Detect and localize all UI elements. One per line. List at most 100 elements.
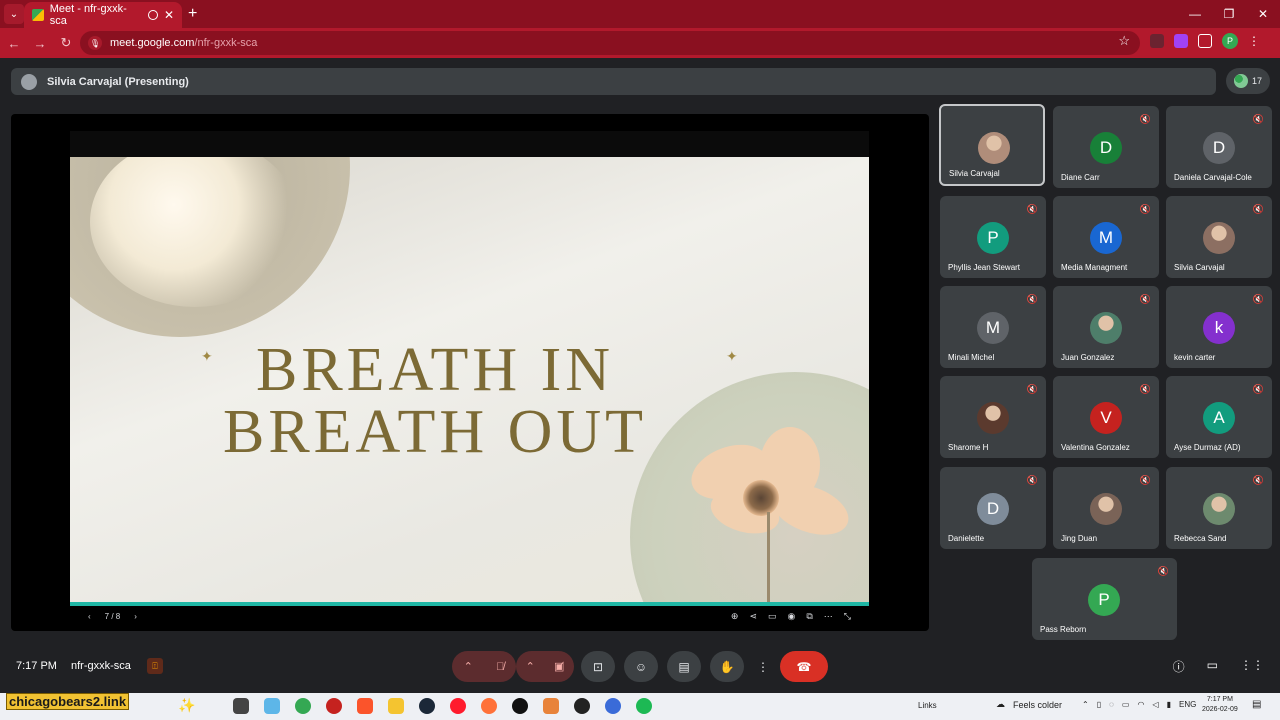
more-options-icon[interactable]: ⋯: [824, 611, 833, 622]
chat-icon[interactable]: ▭: [1207, 658, 1218, 675]
forward-icon[interactable]: →: [28, 36, 52, 51]
muted-mic-icon: 🔇: [1252, 475, 1264, 485]
participant-avatar: M: [1090, 222, 1122, 254]
tab-close-icon[interactable]: ✕: [164, 8, 174, 22]
browser-tab-meet[interactable]: Meet - nfr-gxxk-sca ✕: [24, 2, 182, 28]
raise-hand-button[interactable]: ✋: [710, 651, 744, 682]
profile-avatar[interactable]: P: [1222, 33, 1238, 49]
participant-name: Media Managment: [1061, 263, 1128, 272]
tray-volume-icon[interactable]: ◁: [1152, 700, 1158, 709]
participant-tile[interactable]: 🔇 k kevin carter: [1166, 286, 1272, 368]
participant-tile[interactable]: 🔇 Silvia Carvajal: [1166, 196, 1272, 278]
tray-display-icon[interactable]: ▭: [1122, 700, 1130, 709]
app-blue-icon[interactable]: [605, 698, 621, 714]
tray-chevron-icon[interactable]: ⌃: [1082, 700, 1089, 709]
language-indicator[interactable]: ENG: [1179, 700, 1196, 709]
reload-icon[interactable]: ↻: [54, 35, 78, 51]
opera-icon[interactable]: [450, 698, 466, 714]
incognito-extension-icon[interactable]: [1150, 34, 1164, 48]
new-tab-icon[interactable]: +: [188, 5, 197, 23]
zoom-icon[interactable]: ⊕: [731, 611, 739, 622]
present-screen-button[interactable]: ⊡: [581, 651, 615, 682]
participant-tile[interactable]: Silvia Carvajal: [939, 104, 1045, 186]
app-red-icon[interactable]: [326, 698, 342, 714]
tab-search-icon[interactable]: ⌄: [4, 4, 24, 24]
back-icon[interactable]: ←: [2, 36, 26, 51]
leave-call-button[interactable]: ☎: [780, 651, 828, 682]
ai-extension-icon[interactable]: [1174, 34, 1188, 48]
participant-tile[interactable]: 🔇 Juan Gonzalez: [1053, 286, 1159, 368]
reactions-button[interactable]: ☺: [624, 651, 658, 682]
tray-app-icon[interactable]: ▯: [1097, 700, 1101, 709]
participant-tile[interactable]: 🔇 M Minali Michel: [940, 286, 1046, 368]
slide-title-line-1: BREATH IN: [255, 336, 615, 404]
tray-battery-icon[interactable]: ▮: [1167, 700, 1171, 709]
people-count-button[interactable]: 17: [1226, 68, 1270, 94]
participant-tile[interactable]: 🔇 V Valentina Gonzalez: [1053, 376, 1159, 458]
hang-up-icon: ☎: [796, 659, 812, 674]
info-icon[interactable]: ⓘ: [1173, 658, 1185, 675]
participant-tile[interactable]: 🔇 D Diane Carr: [1053, 106, 1159, 188]
task-view-icon[interactable]: [233, 698, 249, 714]
app-dark-icon[interactable]: [574, 698, 590, 714]
meeting-details-icon[interactable]: ⍐: [147, 658, 163, 674]
tray-network-icon[interactable]: ◌: [1109, 700, 1114, 709]
mic-options-chevron-icon[interactable]: ⌃: [464, 660, 473, 673]
spotify-icon[interactable]: [636, 698, 652, 714]
participant-tile[interactable]: 🔇 Jing Duan: [1053, 467, 1159, 549]
app-orange-icon[interactable]: [543, 698, 559, 714]
file-explorer-icon[interactable]: [388, 698, 404, 714]
firefox-icon[interactable]: [481, 698, 497, 714]
tray-wifi-icon[interactable]: ◠: [1137, 700, 1144, 709]
share-icon[interactable]: ⋖: [749, 611, 757, 622]
presenter-avatar: [21, 73, 37, 90]
site-info-icon[interactable]: 🎙: [88, 36, 102, 50]
participant-avatar: D: [1090, 132, 1122, 164]
system-clock[interactable]: 7:17 PM 2026-02-09: [1202, 695, 1238, 715]
notifications-icon[interactable]: ▤: [1252, 699, 1261, 710]
broadcast-icon[interactable]: ◉: [788, 611, 796, 622]
captions-button[interactable]: ▤: [667, 651, 701, 682]
mic-off-icon[interactable]: 🎙̸: [496, 661, 504, 673]
camera-off-icon[interactable]: ▣̸: [554, 660, 564, 673]
bookmark-star-icon[interactable]: ☆: [1118, 33, 1130, 49]
minimize-icon[interactable]: —: [1178, 0, 1212, 28]
brave-icon[interactable]: [357, 698, 373, 714]
prev-slide-icon[interactable]: ‹: [88, 612, 91, 621]
participant-tile[interactable]: 🔇 Sharome H: [940, 376, 1046, 458]
browser-menu-icon[interactable]: ⋮: [1248, 34, 1260, 48]
recording-indicator-icon: [148, 10, 158, 20]
participant-tile[interactable]: 🔇 D Danielette: [940, 467, 1046, 549]
extensions-puzzle-icon[interactable]: [1198, 34, 1212, 48]
muted-mic-icon: 🔇: [1139, 114, 1151, 124]
copilot-icon[interactable]: [264, 698, 280, 714]
fullscreen-exit-icon[interactable]: ⤡: [844, 611, 851, 622]
participant-tile[interactable]: 🔇 P Pass Reborn: [1032, 558, 1177, 640]
participant-name: Danielette: [948, 534, 985, 543]
presenter-label: Silvia Carvajal (Presenting): [47, 75, 189, 88]
channel-watermark: chicagobears2.link: [6, 693, 130, 710]
camera-options-chevron-icon[interactable]: ⌃: [526, 660, 535, 673]
media-player-icon[interactable]: [512, 698, 528, 714]
pip-icon[interactable]: ⧉: [806, 611, 812, 622]
more-options-button[interactable]: ⋮: [753, 651, 773, 682]
participant-name: Silvia Carvajal: [949, 169, 1000, 178]
restore-icon[interactable]: ❐: [1212, 0, 1246, 28]
url-bar[interactable]: 🎙 meet.google.com/nfr-gxxk-sca: [80, 31, 1140, 55]
participant-avatar: V: [1090, 402, 1122, 434]
next-slide-icon[interactable]: ›: [134, 612, 137, 621]
activities-icon[interactable]: ⋮⋮: [1240, 658, 1264, 675]
captions-icon[interactable]: ▭: [768, 611, 777, 622]
participant-tile[interactable]: 🔇 M Media Managment: [1053, 196, 1159, 278]
participant-tile[interactable]: 🔇 Rebecca Sand: [1166, 467, 1272, 549]
links-toolbar[interactable]: Links: [918, 701, 937, 710]
chrome-icon[interactable]: [295, 698, 311, 714]
weather-widget[interactable]: ☁ Feels colder: [996, 699, 1062, 710]
close-window-icon[interactable]: ✕: [1246, 0, 1280, 28]
steam-icon[interactable]: [419, 698, 435, 714]
participant-tile[interactable]: 🔇 A Ayse Durmaz (AD): [1166, 376, 1272, 458]
copilot-sparkle-icon[interactable]: ✨: [178, 697, 195, 714]
participant-tile[interactable]: 🔇 D Daniela Carvajal-Cole: [1166, 106, 1272, 188]
participant-tile[interactable]: 🔇 P Phyllis Jean Stewart: [940, 196, 1046, 278]
muted-mic-icon: 🔇: [1157, 566, 1169, 576]
